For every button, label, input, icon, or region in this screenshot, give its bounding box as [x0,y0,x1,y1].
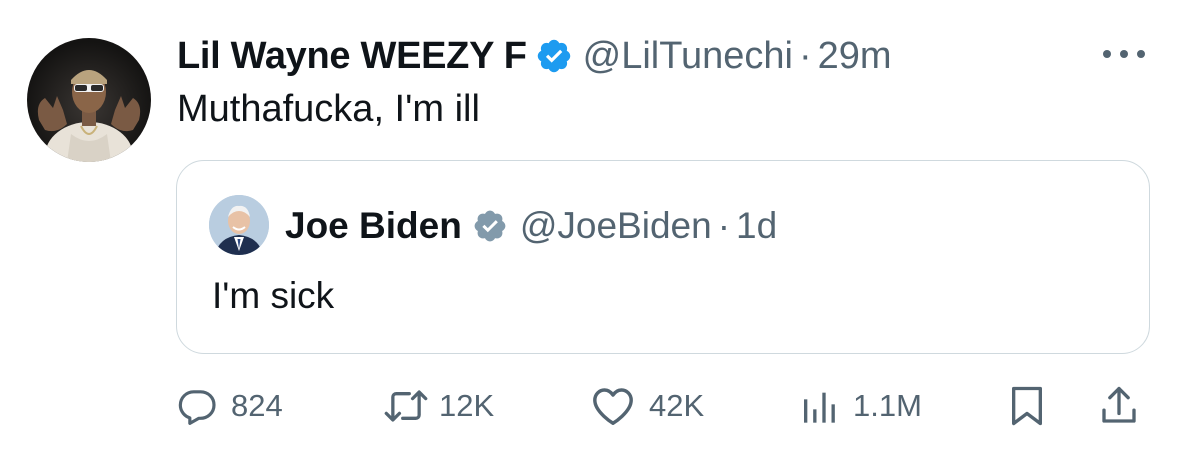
retweet-button[interactable]: 12K [383,380,494,432]
more-dot [1120,50,1128,58]
quoted-tweet-timestamp[interactable]: 1d [736,205,777,247]
reply-icon [177,386,217,426]
like-count: 42K [649,388,705,423]
retweet-count: 12K [439,388,495,423]
views-count: 1.1M [853,388,922,423]
verified-badge-icon[interactable] [535,37,573,75]
tweet-card[interactable]: Lil Wayne WEEZY F @LilTunechi · 29m Muth… [0,0,1179,462]
tweet-timestamp[interactable]: 29m [818,35,892,78]
more-options-icon[interactable] [1103,46,1145,62]
views-bar-chart-icon [799,386,839,426]
tweet-text: Muthafucka, I'm ill [177,88,480,130]
author-handle[interactable]: @LilTunechi [583,35,793,78]
author-display-name[interactable]: Lil Wayne WEEZY F [177,35,527,78]
more-dot [1103,50,1111,58]
user-avatar-icon[interactable] [27,38,151,162]
separator-dot: · [799,34,812,77]
retweet-icon [383,386,429,426]
bookmark-button[interactable] [1007,380,1047,432]
share-button[interactable] [1099,380,1139,432]
tweet-action-bar: 824 12K 42K 1.1M [177,380,1147,432]
reply-count: 824 [231,388,283,423]
views-button[interactable]: 1.1M [799,380,922,432]
reply-button[interactable]: 824 [177,380,283,432]
more-dot [1137,50,1145,58]
bookmark-icon [1007,384,1047,428]
quoted-tweet[interactable]: Joe Biden @JoeBiden · 1d I'm sick [176,160,1150,354]
quoted-tweet-header: Joe Biden @JoeBiden · 1d [285,201,777,251]
heart-icon [591,386,635,426]
like-button[interactable]: 42K [591,380,704,432]
quoted-user-avatar-icon[interactable] [209,195,269,255]
tweet-header: Lil Wayne WEEZY F @LilTunechi · 29m [177,30,892,82]
government-verified-badge-icon[interactable] [472,208,508,244]
quoted-author-handle[interactable]: @JoeBiden [520,205,712,247]
separator-dot: · [717,205,731,246]
quoted-author-display-name[interactable]: Joe Biden [285,205,462,247]
share-icon [1099,384,1139,428]
quoted-tweet-text: I'm sick [212,275,335,316]
